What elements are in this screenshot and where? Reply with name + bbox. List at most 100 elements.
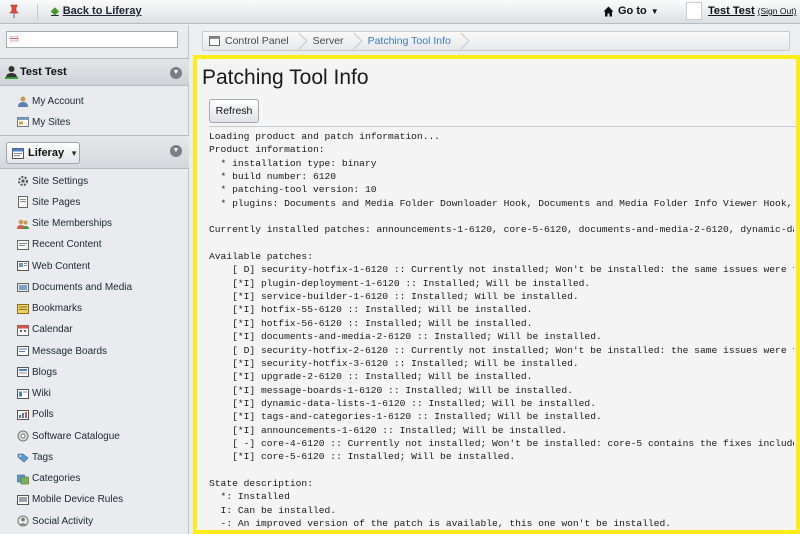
sidebar-item-site-memberships[interactable]: Site Memberships <box>17 218 112 230</box>
refresh-button[interactable]: Refresh <box>209 99 259 123</box>
output-line: Loading product and patch information... <box>209 131 441 142</box>
user-section-title: Test Test <box>20 66 67 78</box>
go-to-menu[interactable]: Go to ▼ <box>603 5 659 17</box>
sidebar-item-my-sites[interactable]: My Sites <box>17 116 70 128</box>
sidebar-item-recent-content[interactable]: Recent Content <box>17 239 102 251</box>
sidebar-item-wiki[interactable]: Wiki <box>17 388 51 400</box>
sidebar-item-label: Web Content <box>32 260 91 272</box>
sign-out-link[interactable]: (Sign Out) <box>758 6 797 16</box>
sidebar-item-message-boards[interactable]: Message Boards <box>17 345 107 357</box>
search-input[interactable] <box>6 31 178 48</box>
breadcrumb: Control Panel Server Patching Tool Info <box>202 31 790 51</box>
user-section-header[interactable]: Test Test ▼ <box>0 58 189 86</box>
social-icon <box>17 515 29 527</box>
user-icon <box>5 66 18 79</box>
caret-down-icon: ▼ <box>650 6 659 16</box>
output-line: [*I] hotfix-56-6120 :: Installed; Will b… <box>209 317 533 329</box>
breadcrumb-control-panel[interactable]: Control Panel <box>203 32 303 50</box>
caret-down-icon: ▼ <box>70 148 78 158</box>
user-card-icon <box>18 96 28 107</box>
output-line: Available patches: <box>209 251 313 263</box>
site-selector[interactable]: Liferay ▼ <box>6 142 80 164</box>
sidebar-item-site-settings[interactable]: Site Settings <box>17 175 88 187</box>
users-icon <box>17 219 29 229</box>
documents-icon <box>17 283 29 293</box>
sidebar-item-polls[interactable]: Polls <box>17 409 54 421</box>
sidebar-item-my-account[interactable]: My Account <box>17 95 84 107</box>
patch-info-output: Loading product and patch information...… <box>209 130 794 530</box>
breadcrumb-label: Patching Tool Info <box>367 35 451 47</box>
sidebar-item-tags[interactable]: Tags <box>17 451 53 463</box>
sidebar-item-label: Recent Content <box>32 239 102 251</box>
main-panel: Control Panel Server Patching Tool Info … <box>193 28 800 534</box>
portlet-content: Patching Tool Info Refresh Loading produ… <box>193 55 800 534</box>
back-to-liferay-link[interactable]: ◆ Back to Liferay <box>51 5 142 17</box>
recent-icon <box>17 239 29 250</box>
site-icon <box>12 147 24 159</box>
breadcrumb-server[interactable]: Server <box>303 32 358 50</box>
software-icon <box>17 430 29 442</box>
output-line: Currently installed patches: announcemen… <box>209 224 794 236</box>
sidebar-item-label: My Sites <box>32 116 71 128</box>
site-section-header: Liferay ▼ ▼ <box>0 135 189 169</box>
output-line: [*I] documents-and-media-2-6120 :: Insta… <box>209 331 602 343</box>
output-line: * installation type: binary <box>209 157 377 169</box>
output-line: * plugins: Documents and Media Folder Do… <box>209 197 794 209</box>
output-line: [*I] tags-and-categories-1-6120 :: Insta… <box>209 411 602 423</box>
avatar[interactable] <box>686 2 702 20</box>
output-line: [*I] message-boards-1-6120 :: Installed;… <box>209 384 573 396</box>
tags-icon <box>17 453 29 463</box>
home-icon <box>603 6 614 16</box>
sidebar-item-mobile-device-rules[interactable]: Mobile Device Rules <box>17 494 123 506</box>
collapse-site-section-button[interactable]: ▼ <box>170 145 182 157</box>
output-line: * build number: 6120 <box>209 171 337 183</box>
sidebar-item-label: Social Activity <box>32 515 94 527</box>
output-line: [*I] core-5-6120 :: Installed; Will be i… <box>209 451 516 463</box>
sidebar-item-calendar[interactable]: Calendar <box>17 324 73 336</box>
pin-icon[interactable] <box>8 3 22 19</box>
message-boards-icon <box>17 346 29 356</box>
back-arrow-icon: ◆ <box>51 5 59 17</box>
output-line: Product information: <box>209 144 325 156</box>
mobile-icon <box>17 494 29 505</box>
user-name-link[interactable]: Test Test <box>708 5 755 17</box>
breadcrumb-patching-tool-info[interactable]: Patching Tool Info <box>358 32 465 50</box>
gear-icon <box>18 176 28 186</box>
output-line: [ D] security-hotfix-1-6120 :: Currently… <box>209 264 794 276</box>
sidebar-item-social-activity[interactable]: Social Activity <box>17 515 93 527</box>
page-title: Patching Tool Info <box>202 66 369 89</box>
categories-icon <box>17 474 29 484</box>
site-name: Liferay <box>28 147 65 159</box>
sidebar-item-label: Site Memberships <box>32 218 113 229</box>
output-line: [*I] announcements-1-6120 :: Installed; … <box>209 424 568 436</box>
collapse-user-section-button[interactable]: ▼ <box>170 67 182 79</box>
back-to-liferay-label: Back to Liferay <box>62 5 142 17</box>
sidebar-item-categories[interactable]: Categories <box>17 473 80 485</box>
user-menu: Test Test (Sign Out) <box>686 2 796 20</box>
sidebar-item-label: Tags <box>32 451 54 463</box>
dockbar-separator <box>37 4 38 20</box>
sidebar-item-software-catalogue[interactable]: Software Catalogue <box>17 430 120 442</box>
sidebar-item-web-content[interactable]: Web Content <box>17 260 90 272</box>
wiki-icon <box>17 388 29 399</box>
sidebar-item-label: My Account <box>32 95 84 107</box>
bookmarks-icon <box>17 303 29 314</box>
output-line: * patching-tool version: 10 <box>209 184 377 196</box>
pages-icon <box>18 196 28 209</box>
sidebar-item-blogs[interactable]: Blogs <box>17 366 57 378</box>
output-line: [ -] core-4-6120 :: Currently not instal… <box>209 437 794 449</box>
output-line: *: Installed <box>209 491 290 503</box>
control-panel-sidebar: Test Test ▼ My Account My Sites Liferay … <box>0 25 189 534</box>
sidebar-item-site-pages[interactable]: Site Pages <box>17 196 81 209</box>
sidebar-item-documents-and-media[interactable]: Documents and Media <box>17 281 132 293</box>
output-line: [*I] hotfix-55-6120 :: Installed; Will b… <box>209 304 533 316</box>
breadcrumb-label: Server <box>312 35 344 47</box>
sidebar-item-label: Site Pages <box>32 196 81 208</box>
sidebar-item-label: Polls <box>32 409 54 421</box>
sidebar-item-label: Documents and Media <box>32 281 133 293</box>
sidebar-item-label: Categories <box>32 473 81 484</box>
sidebar-item-bookmarks[interactable]: Bookmarks <box>17 303 82 315</box>
output-line: [*I] dynamic-data-lists-1-6120 :: Instal… <box>209 397 596 409</box>
